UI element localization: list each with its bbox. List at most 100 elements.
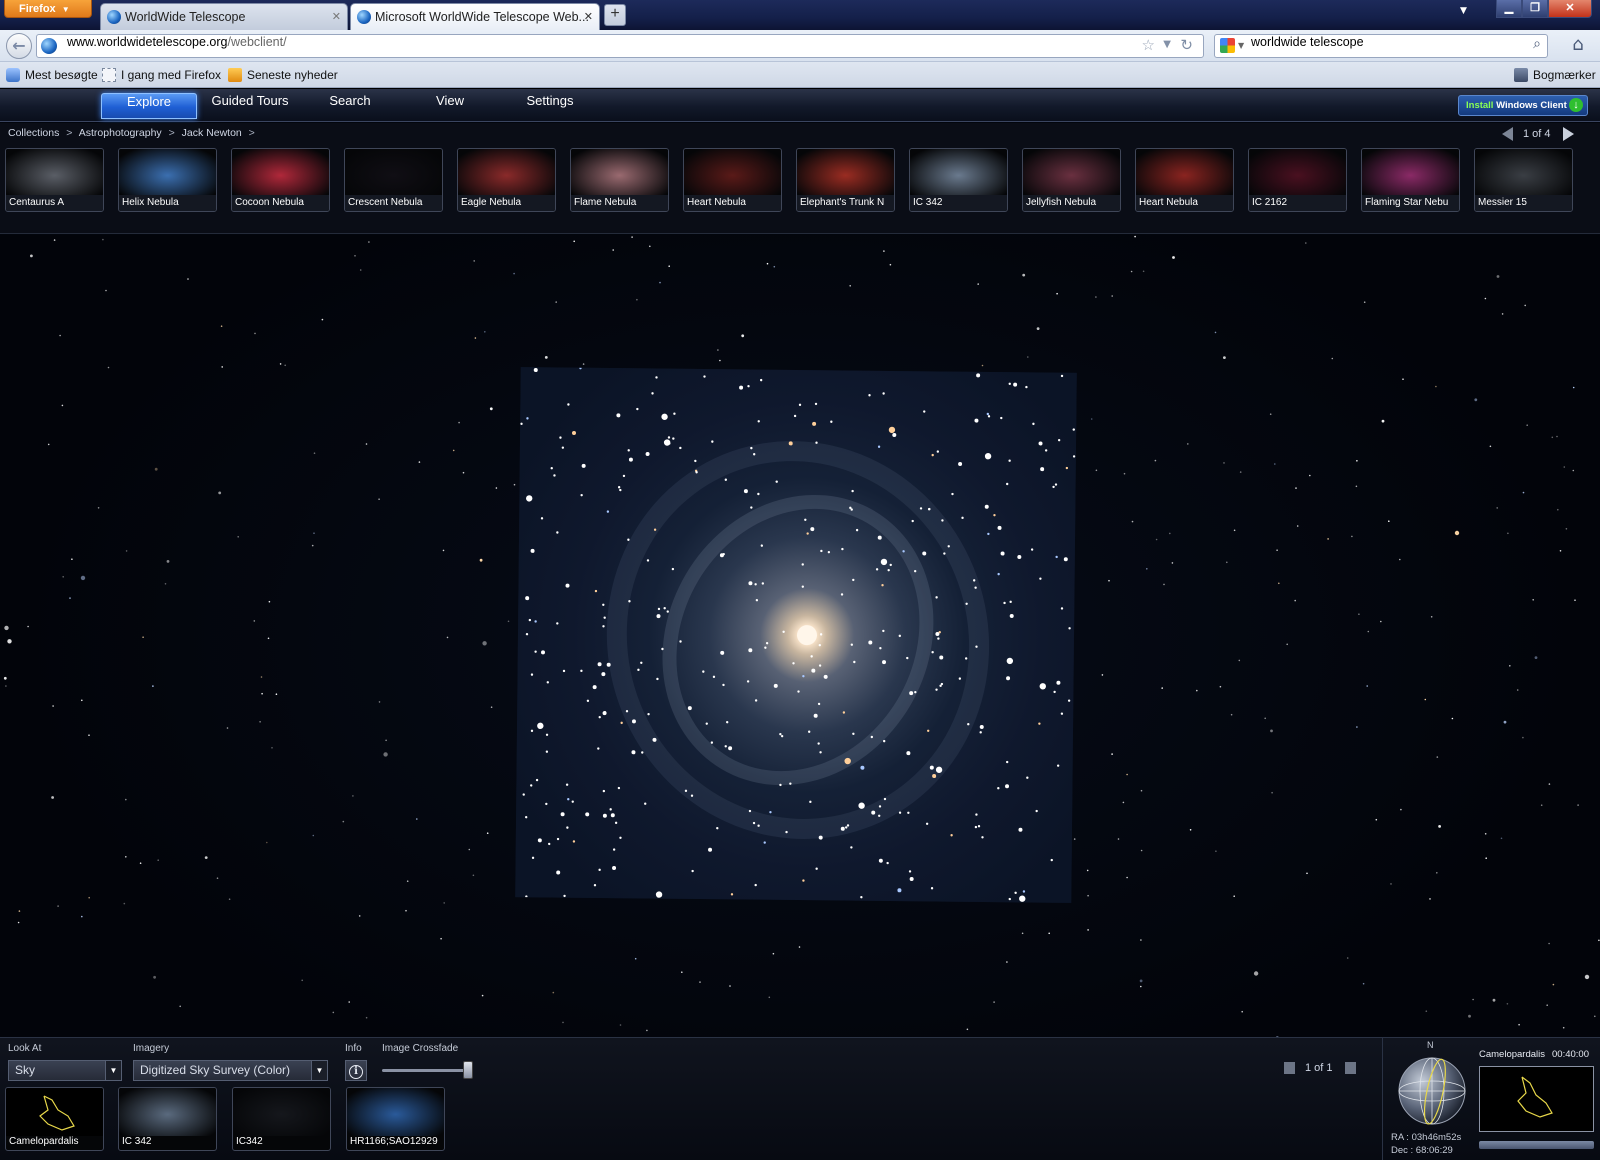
window-close-icon[interactable]: ✕ [1548,0,1592,18]
collection-item[interactable]: Flame Nebula [570,148,669,212]
context-item[interactable]: HR1166;SAO12929 [346,1087,445,1151]
breadcrumb-astrophotography[interactable]: Astrophotography [79,127,162,139]
star [1063,557,1068,562]
star [769,810,772,814]
site-identity-icon[interactable] [41,38,57,54]
wwt-favicon-icon [357,10,371,24]
imagery-select[interactable]: Digitized Sky Survey (Color) ▼ [133,1060,328,1081]
tab-worldwide-telescope[interactable]: WorldWide Telescope ✕ [100,3,348,30]
globe-icon[interactable] [1397,1056,1467,1126]
collection-item[interactable]: Cocoon Nebula [231,148,330,212]
bookmark-star-icon[interactable]: ☆ [1142,36,1155,54]
menu-search[interactable]: Search [302,93,398,119]
constellation-minimap[interactable] [1479,1066,1594,1132]
context-item[interactable]: IC342 [232,1087,331,1151]
thumbnail-label: Elephant's Trunk N [797,195,894,211]
zoom-bar[interactable] [1479,1141,1594,1149]
collection-item[interactable]: Messier 15 [1474,148,1573,212]
star [1006,676,1011,681]
star [975,813,978,816]
thumbnail-image [571,149,668,197]
star [1130,270,1133,273]
next-page-icon[interactable] [1344,1062,1356,1074]
search-input[interactable]: worldwide telescope [1251,35,1364,49]
engine-dropdown-icon[interactable]: ▼ [1238,41,1244,50]
star [993,513,996,517]
breadcrumb-collections[interactable]: Collections [8,127,59,139]
star [1540,804,1543,806]
star [1594,1015,1596,1018]
next-page-icon[interactable] [1562,127,1574,142]
search-bar[interactable]: ▼ worldwide telescope ⌕ [1214,34,1548,58]
back-button[interactable]: ← [6,33,32,59]
star [313,532,315,534]
star [699,981,701,983]
home-icon[interactable]: ⌂ [1564,34,1592,58]
star [17,921,20,924]
close-tab-icon[interactable]: ✕ [584,4,593,30]
bookmarks-menu-button[interactable]: Bogmærker [1514,62,1596,88]
star [1351,535,1353,538]
collection-item[interactable]: Eagle Nebula [457,148,556,212]
collection-item[interactable]: Centaurus A [5,148,104,212]
list-all-tabs-icon[interactable]: ▼ [1460,6,1467,16]
address-bar[interactable]: www.worldwidetelescope.org/webclient/ ☆ … [36,34,1204,58]
collection-item[interactable]: IC 2162 [1248,148,1347,212]
maximize-icon[interactable]: ❐ [1522,0,1548,18]
star [818,835,823,840]
menu-explore[interactable]: Explore [101,93,197,119]
star [974,586,977,589]
star [220,325,223,327]
star [909,691,914,696]
star [1035,809,1038,813]
context-item[interactable]: IC 342 [118,1087,217,1151]
collection-item[interactable]: Crescent Nebula [344,148,443,212]
previous-page-icon[interactable] [1502,127,1513,142]
breadcrumb-jack-newton[interactable]: Jack Newton [182,127,242,139]
url-history-dropdown-icon[interactable]: ▼ [1163,39,1171,50]
bookmark-most-visited[interactable]: Mest besøgte [6,62,98,88]
collection-item[interactable]: Heart Nebula [683,148,782,212]
tab-wwt-webclient[interactable]: Microsoft WorldWide Telescope Web... ✕ [350,3,600,30]
star [631,750,636,755]
url-text[interactable]: www.worldwidetelescope.org/webclient/ [67,35,287,49]
new-tab-button[interactable]: + [604,4,626,26]
menu-guided-tours[interactable]: Guided Tours [202,93,298,119]
collection-item[interactable]: IC 342 [909,148,1008,212]
close-tab-icon[interactable]: ✕ [332,4,341,30]
firefox-menu-button[interactable]: Firefox ▼ [4,0,92,18]
minimize-icon[interactable]: ▁ [1496,0,1522,18]
menu-view[interactable]: View [402,93,498,119]
crossfade-slider-track[interactable] [382,1069,472,1072]
search-icon[interactable]: ⌕ [1533,36,1541,52]
context-item[interactable]: Camelopardalis [5,1087,104,1151]
info-button[interactable]: i [345,1060,367,1081]
bookmark-latest-headlines[interactable]: Seneste nyheder [228,62,338,88]
star [906,656,909,660]
previous-page-icon[interactable] [1284,1062,1295,1074]
star [530,784,533,787]
reload-icon[interactable]: ↻ [1180,36,1193,54]
collection-item[interactable]: Heart Nebula [1135,148,1234,212]
look-at-select[interactable]: Sky ▼ [8,1060,122,1081]
star [1036,327,1040,330]
star [882,739,886,743]
sky-view[interactable] [0,235,1600,1125]
bookmark-getting-started[interactable]: I gang med Firefox [102,62,221,88]
google-engine-icon[interactable] [1220,38,1235,53]
star [102,238,104,241]
collection-item[interactable]: Flaming Star Nebu [1361,148,1460,212]
crossfade-slider-handle[interactable] [462,1061,473,1079]
star [647,712,650,716]
star [708,847,713,852]
collection-item[interactable]: Elephant's Trunk N [796,148,895,212]
star [625,710,629,713]
collection-item[interactable]: Helix Nebula [118,148,217,212]
install-windows-client-button[interactable]: Install Windows Client ↓ [1458,95,1588,116]
star [840,826,845,831]
collection-item[interactable]: Jellyfish Nebula [1022,148,1121,212]
menu-settings[interactable]: Settings [502,93,598,119]
star [254,332,256,335]
thumbnail-image [1362,149,1459,197]
star [818,643,821,647]
